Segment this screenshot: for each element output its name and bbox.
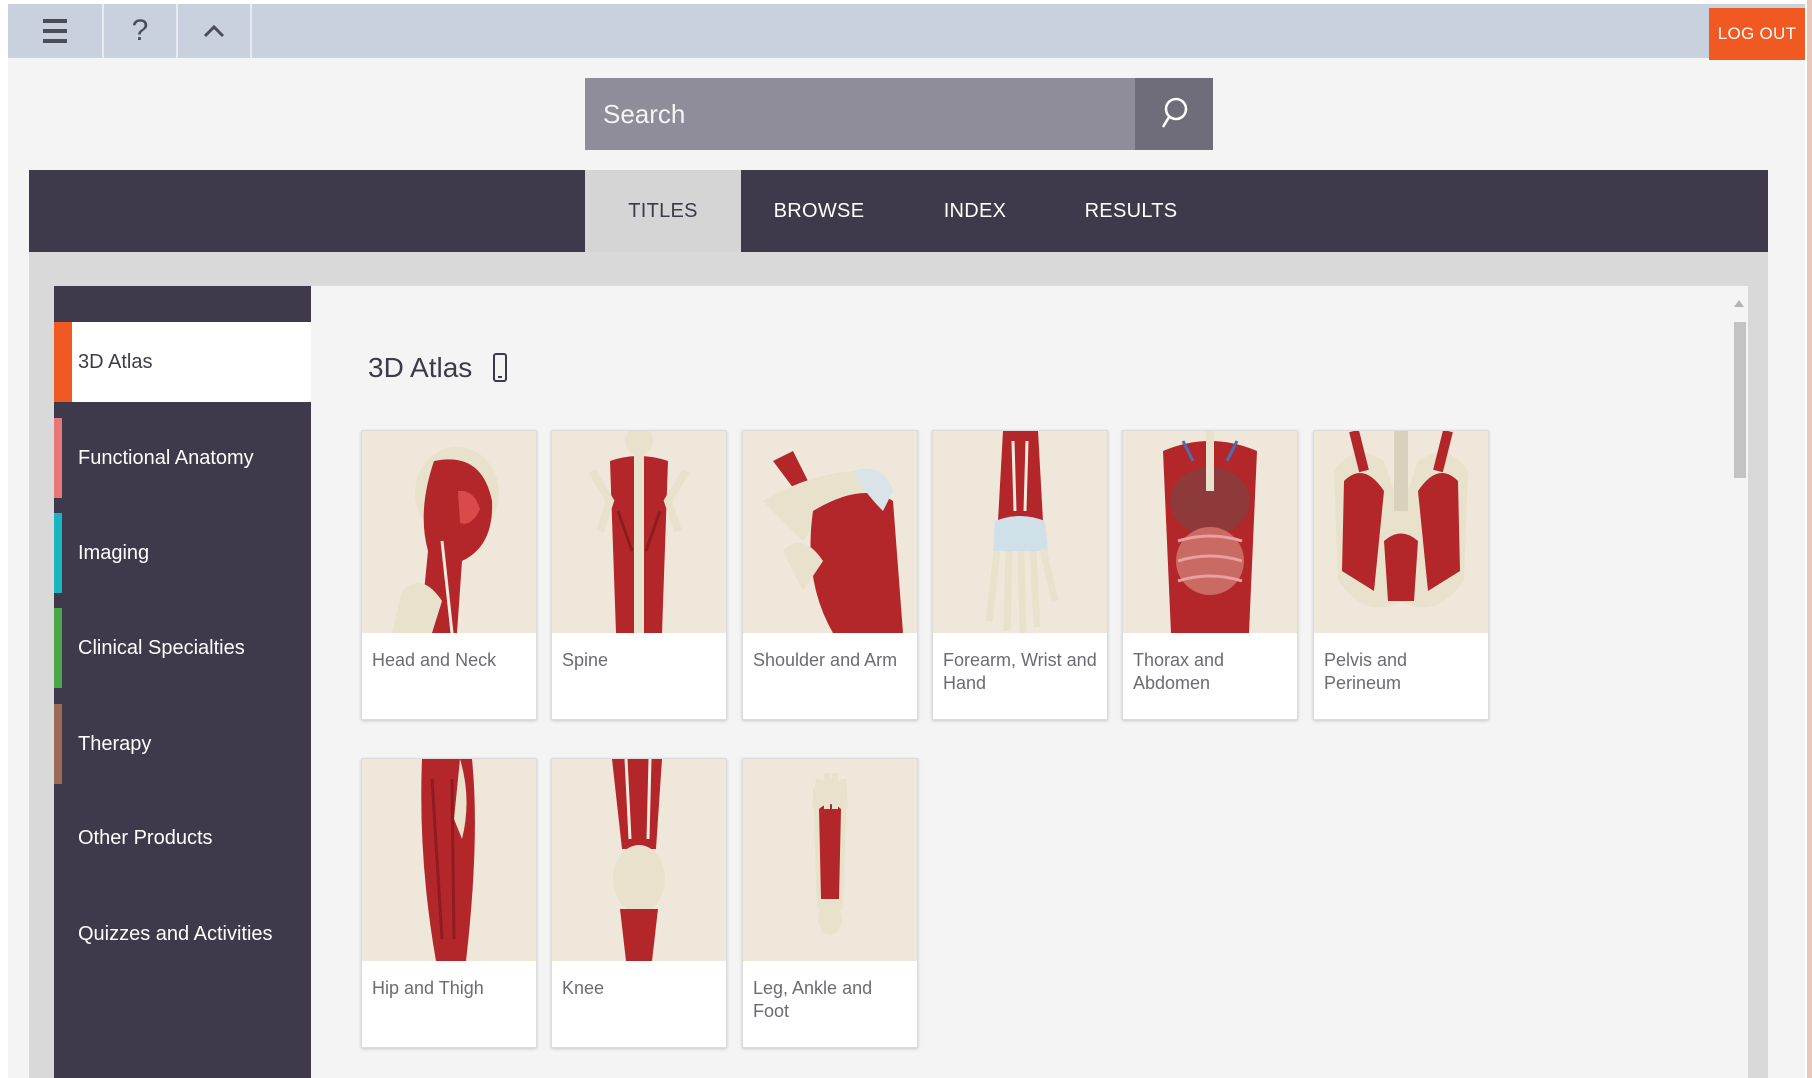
tab-titles[interactable]: TITLES bbox=[585, 170, 741, 252]
sidebar-item-functional-anatomy[interactable]: Functional Anatomy bbox=[54, 418, 311, 498]
sidebar-item-3d-atlas[interactable]: 3D Atlas bbox=[54, 322, 311, 402]
head-neck-thumbnail bbox=[362, 431, 536, 633]
title-card-knee[interactable]: Knee bbox=[551, 758, 727, 1048]
card-label: Thorax and Abdomen bbox=[1133, 650, 1225, 693]
sidebar-color-marker bbox=[54, 608, 62, 688]
scrollbar[interactable] bbox=[1730, 286, 1748, 1078]
card-label: Leg, Ankle and Foot bbox=[753, 978, 873, 1021]
card-label: Head and Neck bbox=[372, 650, 497, 670]
title-card-pelvis-perineum[interactable]: Pelvis and Perineum bbox=[1313, 430, 1489, 720]
help-button[interactable]: ? bbox=[104, 4, 178, 58]
tab-index[interactable]: INDEX bbox=[897, 170, 1053, 252]
sidebar-item-label: Quizzes and Activities bbox=[78, 922, 273, 945]
tab-browse[interactable]: BROWSE bbox=[741, 170, 897, 252]
sidebar: 3D Atlas Functional Anatomy Imaging Clin… bbox=[54, 286, 311, 1078]
title-card-head-neck[interactable]: Head and Neck bbox=[361, 430, 537, 720]
sidebar-color-marker bbox=[54, 513, 62, 593]
scrollbar-thumb[interactable] bbox=[1734, 322, 1746, 478]
collapse-button[interactable] bbox=[178, 4, 252, 58]
menu-button[interactable] bbox=[8, 4, 104, 58]
sidebar-item-label: Functional Anatomy bbox=[78, 446, 254, 469]
sidebar-item-quizzes[interactable]: Quizzes and Activities bbox=[54, 894, 311, 974]
title-card-spine[interactable]: Spine bbox=[551, 430, 727, 720]
thorax-abdomen-thumbnail bbox=[1123, 431, 1297, 633]
search-icon bbox=[1161, 97, 1188, 128]
sidebar-item-label: 3D Atlas bbox=[78, 350, 153, 373]
title-card-hip-thigh[interactable]: Hip and Thigh bbox=[361, 758, 537, 1048]
card-label: Knee bbox=[562, 978, 605, 998]
logout-button[interactable]: LOG OUT bbox=[1709, 8, 1805, 60]
section-header: 3D Atlas bbox=[368, 352, 508, 384]
sidebar-item-label: Imaging bbox=[78, 541, 150, 564]
search-bar bbox=[585, 78, 1213, 150]
mobile-device-icon bbox=[493, 353, 508, 382]
top-toolbar: ? LOG OUT bbox=[8, 4, 1805, 60]
pelvis-perineum-thumbnail bbox=[1314, 431, 1488, 633]
sidebar-item-other-products[interactable]: Other Products bbox=[54, 798, 311, 878]
sidebar-color-marker bbox=[54, 322, 72, 402]
app-window: ? LOG OUT TITLES BROWSE INDEX RESULTS 3D… bbox=[8, 4, 1805, 1078]
knee-thumbnail bbox=[552, 759, 726, 961]
title-card-shoulder-arm[interactable]: Shoulder and Arm bbox=[742, 430, 918, 720]
card-label: Shoulder and Arm bbox=[753, 650, 898, 670]
card-label: Spine bbox=[562, 650, 609, 670]
spine-thumbnail bbox=[552, 431, 726, 633]
sidebar-item-label: Clinical Specialties bbox=[78, 636, 245, 659]
tab-results[interactable]: RESULTS bbox=[1053, 170, 1209, 252]
title-card-thorax-abdomen[interactable]: Thorax and Abdomen bbox=[1122, 430, 1298, 720]
card-label: Hip and Thigh bbox=[372, 978, 484, 998]
window-edge bbox=[1807, 0, 1812, 1078]
chevron-up-icon bbox=[203, 24, 225, 38]
search-input[interactable] bbox=[585, 78, 1135, 150]
sidebar-item-clinical-specialties[interactable]: Clinical Specialties bbox=[54, 608, 311, 688]
title-card-leg-ankle-foot[interactable]: Leg, Ankle and Foot bbox=[742, 758, 918, 1048]
main-nav: TITLES BROWSE INDEX RESULTS bbox=[29, 170, 1768, 252]
hamburger-menu-icon bbox=[43, 19, 67, 43]
leg-ankle-foot-thumbnail bbox=[743, 759, 917, 961]
title-card-forearm-wrist-hand[interactable]: Forearm, Wrist and Hand bbox=[932, 430, 1108, 720]
sidebar-color-marker bbox=[54, 418, 62, 498]
scroll-up-arrow-icon[interactable] bbox=[1734, 300, 1744, 307]
question-mark-icon: ? bbox=[131, 14, 149, 47]
forearm-wrist-hand-thumbnail bbox=[933, 431, 1107, 633]
card-label: Pelvis and Perineum bbox=[1324, 650, 1408, 693]
sidebar-item-imaging[interactable]: Imaging bbox=[54, 513, 311, 593]
hip-thigh-thumbnail bbox=[362, 759, 536, 961]
sidebar-item-label: Therapy bbox=[78, 732, 152, 755]
page-title: 3D Atlas bbox=[368, 352, 473, 383]
sidebar-color-marker bbox=[54, 704, 62, 784]
shoulder-arm-thumbnail bbox=[743, 431, 917, 633]
card-label: Forearm, Wrist and Hand bbox=[943, 650, 1097, 693]
search-button[interactable] bbox=[1135, 78, 1213, 150]
sidebar-item-therapy[interactable]: Therapy bbox=[54, 704, 311, 784]
sidebar-item-label: Other Products bbox=[78, 826, 213, 849]
